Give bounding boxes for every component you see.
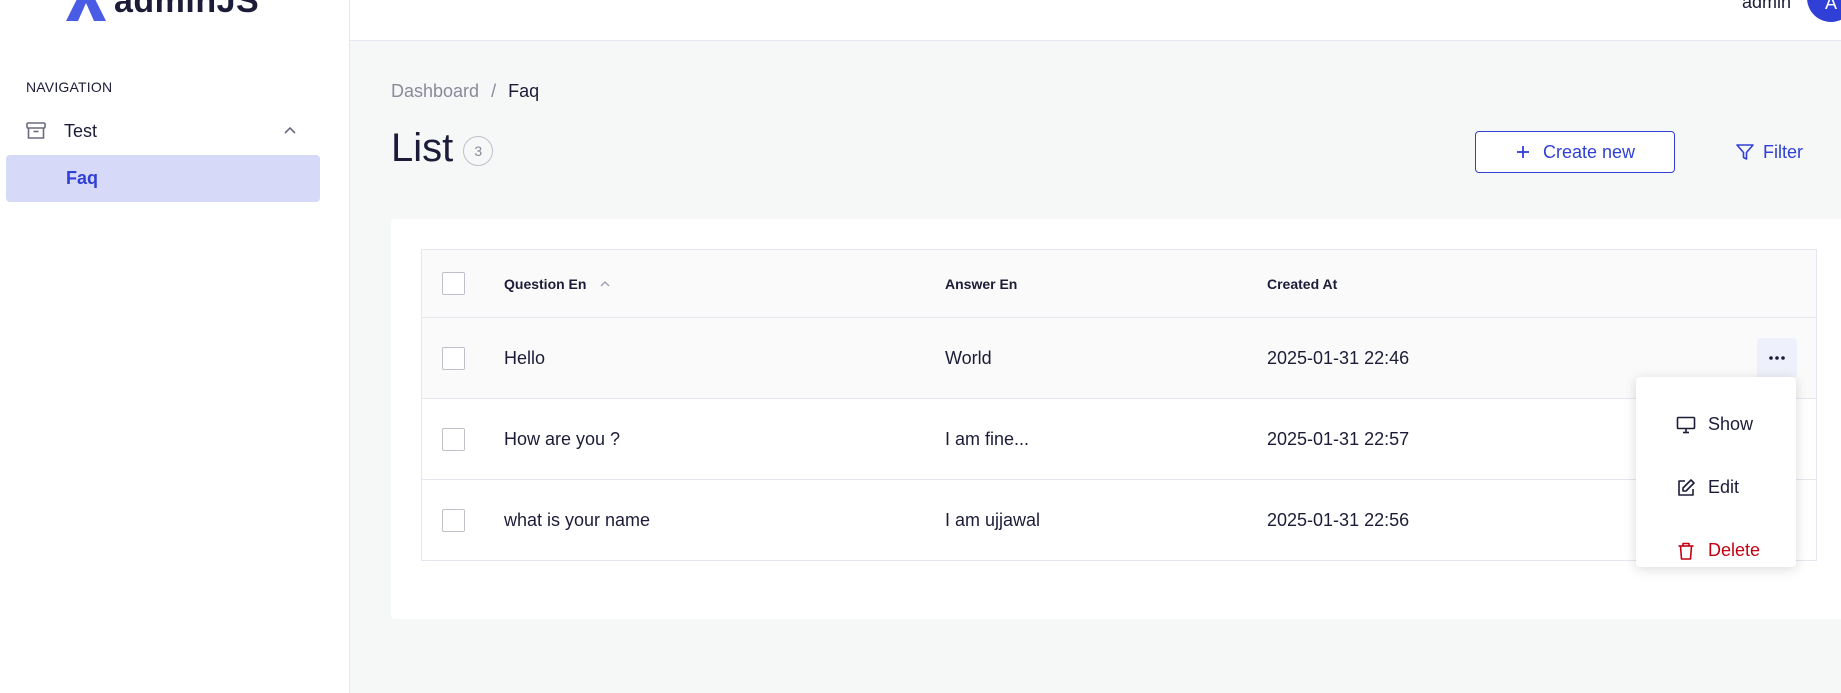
logo[interactable]: adminJS [66,0,259,21]
adminjs-logo-icon [66,0,106,21]
page-title: List 3 [391,126,494,171]
list-card: Question En Answer En Created At Hello W… [391,219,1841,619]
nav-heading: NAVIGATION [26,79,113,95]
filter-icon [1736,144,1754,160]
cell-created-at: 2025-01-31 22:56 [1267,509,1410,530]
sort-chevron-up-icon[interactable] [598,277,612,291]
cell-created-at: 2025-01-31 22:57 [1267,428,1410,449]
trash-icon [1678,542,1694,560]
menu-item-edit[interactable]: Edit [1636,456,1796,519]
chevron-up-icon[interactable] [282,122,298,138]
cell-created-at: 2025-01-31 22:46 [1267,347,1410,368]
row-checkbox[interactable] [442,346,465,370]
menu-item-delete-label: Delete [1708,540,1761,560]
cell-answer: I am ujjawal [945,509,1041,530]
main-content: Dashboard / Faq List 3 Create new Filter… [350,41,1841,693]
edit-icon [1678,478,1695,496]
filter-label: Filter [1763,141,1803,162]
monitor-icon [1676,416,1696,433]
row-checkbox[interactable] [442,508,465,532]
row-actions-button[interactable] [1757,338,1797,378]
cell-answer: I am fine... [945,428,1030,449]
table-row[interactable]: Hello World 2025-01-31 22:46 [422,317,1816,398]
sidebar-group-label: Test [64,120,98,141]
create-new-label: Create new [1542,141,1636,162]
menu-item-show[interactable]: Show [1636,393,1796,456]
records-table: Question En Answer En Created At Hello W… [421,249,1817,561]
table-row[interactable]: what is your name I am ujjawal 2025-01-3… [422,479,1816,560]
select-all-checkbox[interactable] [442,272,465,295]
menu-item-edit-label: Edit [1708,477,1740,497]
avatar[interactable]: A [1807,0,1841,22]
more-horizontal-icon [1769,356,1785,360]
sidebar: adminJS NAVIGATION Test Faq [0,0,350,693]
create-new-button[interactable]: Create new [1475,131,1675,173]
menu-item-show-label: Show [1708,414,1754,434]
row-actions-menu: Show Edit Delete [1636,377,1796,567]
page-title-text: List [391,126,454,170]
cell-question: Hello [504,347,546,368]
column-header-answer[interactable]: Answer En [945,276,1017,292]
cell-answer: World [945,347,992,368]
menu-item-delete[interactable]: Delete [1636,519,1796,582]
logo-text: adminJS [114,0,260,20]
column-header-created-at[interactable]: Created At [1267,276,1337,292]
cell-question: what is your name [504,509,651,530]
table-header-row: Question En Answer En Created At [422,250,1816,317]
record-count-badge: 3 [463,135,494,166]
filter-button[interactable]: Filter [1735,131,1803,173]
column-header-question[interactable]: Question En [504,276,612,292]
breadcrumb-separator: / [491,81,497,101]
breadcrumb: Dashboard / Faq [391,81,539,102]
user-name[interactable]: admin [1742,0,1791,13]
topbar: admin A [350,0,1841,41]
plus-icon [1516,146,1529,158]
sidebar-group-test[interactable]: Test [26,116,306,146]
row-checkbox[interactable] [442,427,465,451]
column-header-question-label: Question En [504,275,587,292]
breadcrumb-faq: Faq [508,81,540,101]
archive-icon [26,122,46,139]
cell-question: How are you ? [504,428,621,449]
breadcrumb-dashboard[interactable]: Dashboard [391,81,479,102]
table-row[interactable]: How are you ? I am fine... 2025-01-31 22… [422,398,1816,479]
sidebar-item-faq[interactable]: Faq [6,155,320,202]
